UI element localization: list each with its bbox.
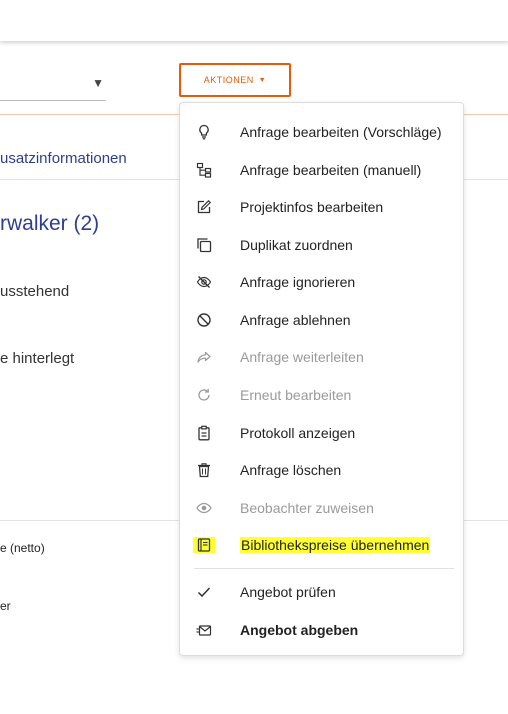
clipboard-icon xyxy=(195,425,213,441)
tab-zusatzinformationen[interactable]: usatzinformationen xyxy=(0,150,127,167)
menu-item-duplikat-zuordnen[interactable]: Duplikat zuordnen xyxy=(180,230,463,260)
menu-item-anfrage-weiterleiten[interactable]: Anfrage weiterleiten xyxy=(180,342,463,372)
menu-item-label: Angebot abgeben xyxy=(240,622,359,638)
menu-item-label: Duplikat zuordnen xyxy=(240,237,353,253)
menu-item-label: Anfrage bearbeiten (Vorschläge) xyxy=(240,124,442,140)
aktionen-label: AKTIONEN xyxy=(203,75,254,85)
menu-item-beobachter-zuweisen[interactable]: Beobachter zuweisen xyxy=(180,493,463,523)
tree-icon xyxy=(195,162,213,178)
menu-item-erneut-bearbeiten[interactable]: Erneut bearbeiten xyxy=(180,380,463,410)
menu-item-label: Anfrage weiterleiten xyxy=(240,349,364,365)
block-icon xyxy=(195,312,213,328)
menu-divider xyxy=(194,568,454,569)
lightbulb-icon xyxy=(195,124,213,140)
caret-down-icon: ▼ xyxy=(258,76,267,84)
redo-icon xyxy=(195,387,213,403)
eye-off-icon xyxy=(195,274,213,290)
eye-icon xyxy=(195,500,213,516)
menu-item-label: Beobachter zuweisen xyxy=(240,500,374,516)
aktionen-button[interactable]: AKTIONEN ▼ xyxy=(179,63,291,97)
send-mail-icon xyxy=(195,622,213,638)
dropdown-arrow-icon[interactable]: ▼ xyxy=(92,76,104,90)
menu-item-angebot-pruefen[interactable]: Angebot prüfen xyxy=(180,577,463,607)
menu-item-label: Angebot prüfen xyxy=(240,584,336,600)
filter-select[interactable]: ▼ xyxy=(0,76,106,101)
menu-item-protokoll-anzeigen[interactable]: Protokoll anzeigen xyxy=(180,418,463,448)
forward-icon xyxy=(195,349,213,365)
aktionen-menu: Anfrage bearbeiten (Vorschläge) Anfrage … xyxy=(179,102,464,656)
menu-item-label: Anfrage bearbeiten (manuell) xyxy=(240,162,422,178)
netto-label: e (netto) xyxy=(0,541,45,555)
menu-item-anfrage-loeschen[interactable]: Anfrage löschen xyxy=(180,455,463,485)
er-label: er xyxy=(0,599,11,613)
check-icon xyxy=(195,584,213,600)
menu-item-label: Anfrage ablehnen xyxy=(240,312,351,328)
menu-item-bibliothekspreise-uebernehmen[interactable]: Bibliothekspreise übernehmen xyxy=(180,530,463,560)
menu-item-anfrage-bearbeiten-manuell[interactable]: Anfrage bearbeiten (manuell) xyxy=(180,155,463,185)
menu-item-anfrage-ignorieren[interactable]: Anfrage ignorieren xyxy=(180,267,463,297)
menu-item-label: Bibliothekspreise übernehmen xyxy=(240,537,431,553)
hinterlegt-text: e hinterlegt xyxy=(0,350,75,367)
copy-icon xyxy=(195,237,213,253)
menu-item-label: Anfrage ignorieren xyxy=(240,274,356,290)
menu-item-label: Anfrage löschen xyxy=(240,462,342,478)
menu-item-label: Erneut bearbeiten xyxy=(240,387,352,403)
menu-item-projektinfos-bearbeiten[interactable]: Projektinfos bearbeiten xyxy=(180,192,463,222)
menu-item-anfrage-bearbeiten-vorschlaege[interactable]: Anfrage bearbeiten (Vorschläge) xyxy=(180,117,463,147)
top-app-bar xyxy=(0,0,508,41)
menu-item-label: Protokoll anzeigen xyxy=(240,425,356,441)
menu-item-anfrage-ablehnen[interactable]: Anfrage ablehnen xyxy=(180,305,463,335)
book-icon xyxy=(193,537,215,553)
menu-item-angebot-abgeben[interactable]: Angebot abgeben xyxy=(180,615,463,645)
menu-item-label: Projektinfos bearbeiten xyxy=(240,199,384,215)
edit-icon xyxy=(195,199,213,215)
status-text: usstehend xyxy=(0,283,70,300)
trash-icon xyxy=(195,462,213,478)
section-heading: rwalker (2) xyxy=(0,212,100,235)
